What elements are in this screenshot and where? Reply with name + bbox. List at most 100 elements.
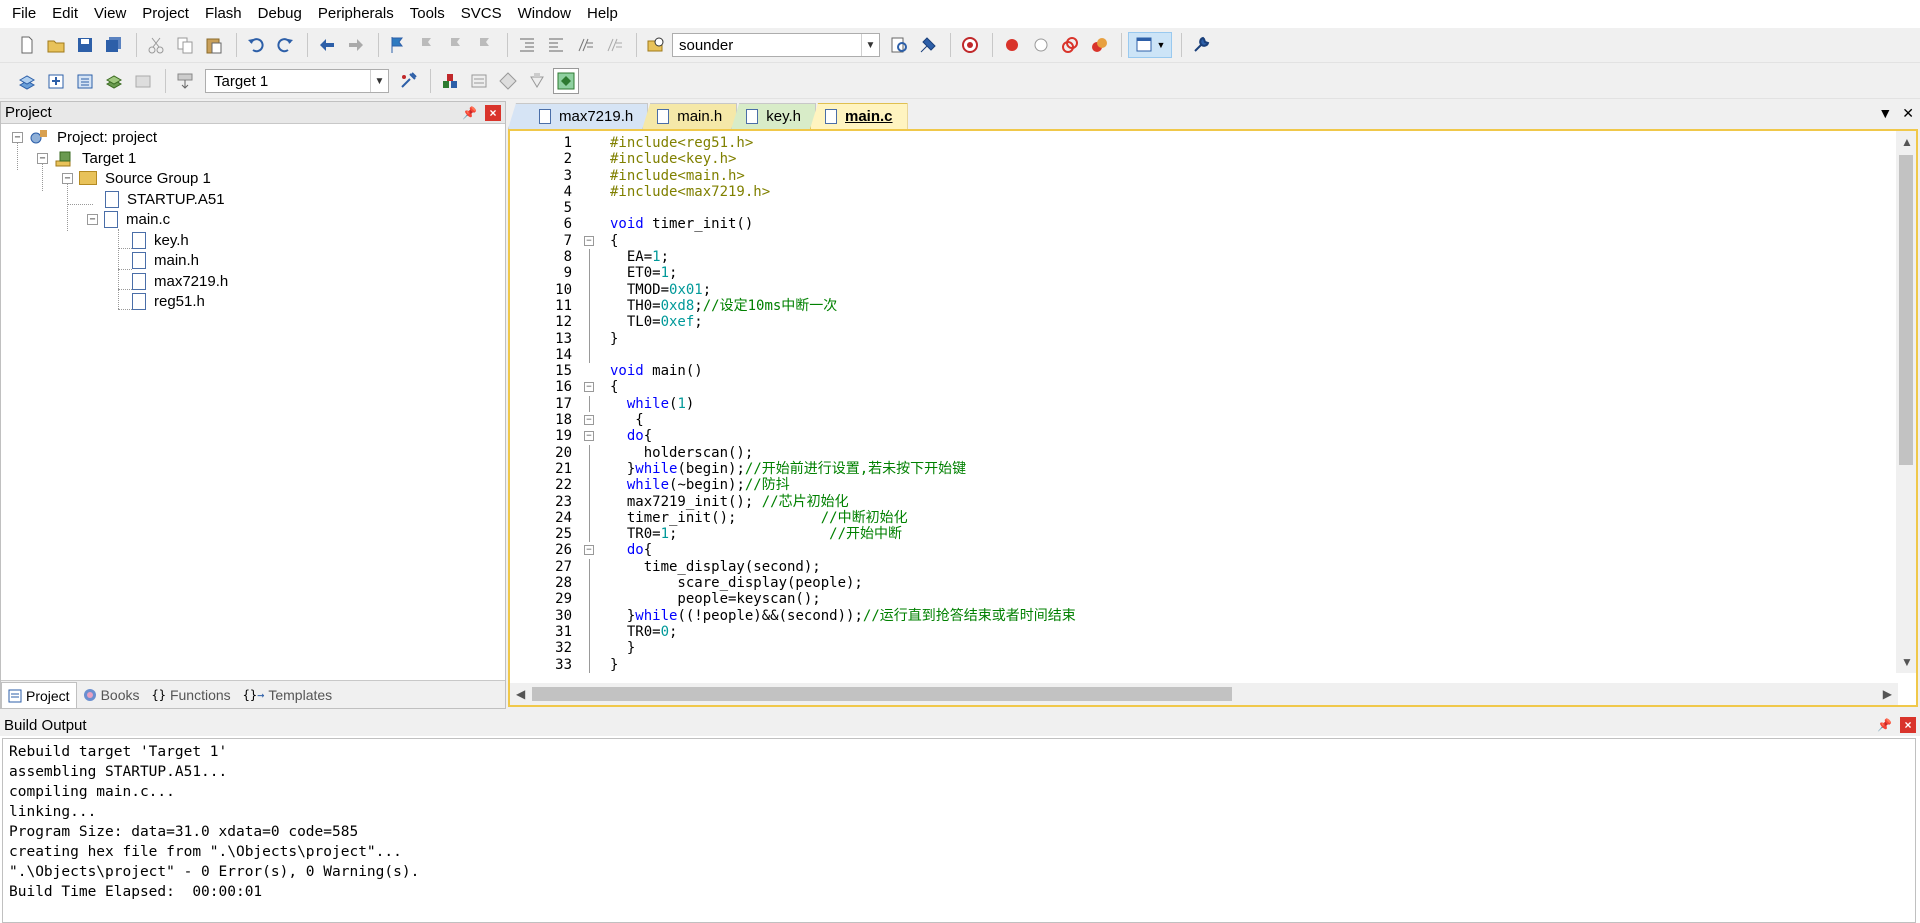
code-line[interactable]: 13} (510, 330, 1898, 347)
code-line[interactable]: 16 − { (510, 379, 1898, 395)
unindent-icon[interactable] (543, 32, 569, 58)
code-line[interactable]: 10 TMOD=0x01; (510, 281, 1898, 298)
tab-functions[interactable]: {} Functions (146, 682, 237, 708)
find-in-files-icon[interactable] (643, 32, 669, 58)
code-editor[interactable]: 1 #include<reg51.h> 2 #include<key.h> 3 #incl… (508, 129, 1918, 707)
code-line[interactable]: 4 #include<max7219.h> (510, 184, 1898, 200)
code-content[interactable]: 1 #include<reg51.h> 2 #include<key.h> 3 #incl… (510, 135, 1898, 673)
tree-item-source-group[interactable]: − Source Group 1 (62, 167, 211, 189)
tree-item-max7219-h[interactable]: max7219.h (132, 270, 228, 292)
translate-icon[interactable] (14, 68, 40, 94)
window-layout-icon[interactable]: ▼ (1128, 32, 1172, 58)
clear-bookmarks-icon[interactable] (472, 32, 498, 58)
code-line[interactable]: 26 − do{ (510, 542, 1898, 558)
code-line[interactable]: 8 EA=1; (510, 249, 1898, 266)
menu-debug[interactable]: Debug (250, 0, 310, 28)
code-line[interactable]: 7 − { (510, 233, 1898, 249)
next-bookmark-icon[interactable] (443, 32, 469, 58)
save-all-icon[interactable] (101, 32, 127, 58)
build-icon[interactable] (43, 68, 69, 94)
prev-bookmark-icon[interactable] (414, 32, 440, 58)
code-line[interactable]: 18 − { (510, 412, 1898, 428)
code-line[interactable]: 22 while(~begin);//防抖 (510, 477, 1898, 494)
tree-item-target[interactable]: − Target 1 (37, 147, 136, 169)
code-line[interactable]: 11 TH0=0xd8;//设定10ms中断一次 (510, 297, 1898, 315)
tab-templates[interactable]: {}→ Templates (237, 682, 339, 708)
code-line[interactable]: 30 }while((!people)&&(second));//运行直到抢答结… (510, 607, 1898, 624)
save-icon[interactable] (72, 32, 98, 58)
menu-help[interactable]: Help (579, 0, 626, 28)
incremental-find-icon[interactable] (915, 32, 941, 58)
cut-icon[interactable] (143, 32, 169, 58)
kill-breakpoints-icon[interactable] (1086, 32, 1112, 58)
scroll-thumb[interactable] (532, 687, 1232, 701)
redo-icon[interactable] (272, 32, 298, 58)
scroll-left-icon[interactable]: ◀ (516, 687, 525, 701)
find-combobox[interactable]: sounder ▼ (672, 33, 880, 57)
menu-window[interactable]: Window (510, 0, 579, 28)
scroll-right-icon[interactable]: ▶ (1883, 687, 1892, 701)
fold-toggle-icon[interactable]: − (584, 382, 594, 393)
fold-toggle-icon[interactable]: − (584, 431, 594, 442)
tree-item-reg51-h[interactable]: reg51.h (132, 290, 205, 312)
tab-project[interactable]: Project (1, 682, 77, 708)
tree-item-main-c[interactable]: − main.c (87, 208, 170, 230)
code-line[interactable]: 12 TL0=0xef; (510, 314, 1898, 331)
code-line[interactable]: 24 timer_init(); //中断初始化 (510, 509, 1898, 527)
pack-manager-icon[interactable] (553, 68, 579, 94)
editor-tab-main-h[interactable]: main.h (642, 103, 738, 129)
chevron-down-icon[interactable]: ▼ (861, 34, 879, 56)
stop-build-icon[interactable] (130, 68, 156, 94)
menu-peripherals[interactable]: Peripherals (310, 0, 402, 28)
code-line[interactable]: 23 max7219_init(); //芯片初始化 (510, 493, 1898, 510)
paste-icon[interactable] (201, 32, 227, 58)
close-icon[interactable]: × (485, 104, 501, 121)
tree-item-startup[interactable]: STARTUP.A51 (105, 188, 225, 210)
pin-icon[interactable]: 📌 (462, 106, 477, 120)
fold-toggle-icon[interactable]: − (584, 545, 594, 556)
vertical-scrollbar[interactable]: ▲ ▼ (1896, 131, 1916, 673)
code-line[interactable]: 3 #include<main.h> (510, 168, 1898, 184)
insert-breakpoint-icon[interactable] (999, 32, 1025, 58)
code-line[interactable]: 19 − do{ (510, 428, 1898, 444)
open-folder-icon[interactable] (43, 32, 69, 58)
configure-icon[interactable] (1188, 32, 1214, 58)
code-line[interactable]: 31 TR0=0; (510, 623, 1898, 641)
tree-item-project[interactable]: − Project: project (12, 126, 157, 148)
code-line[interactable]: 20 holderscan(); (510, 444, 1898, 461)
code-line[interactable]: 32 } (510, 640, 1898, 657)
comment-icon[interactable] (572, 32, 598, 58)
code-line[interactable]: 25 TR0=1; //开始中断 (510, 526, 1898, 543)
collapse-icon[interactable]: − (87, 213, 98, 225)
tab-books[interactable]: Books (77, 682, 146, 708)
bookmark-icon[interactable] (385, 32, 411, 58)
tree-item-key-h[interactable]: key.h (132, 229, 189, 251)
collapse-icon[interactable]: − (62, 172, 73, 184)
code-line[interactable]: 21 }while(begin);//开始前进行设置,若未按下开始键 (510, 460, 1898, 478)
batch-build-icon[interactable] (101, 68, 127, 94)
fold-toggle-icon[interactable]: − (584, 415, 594, 426)
code-line[interactable]: 15 void main() (510, 363, 1898, 379)
find-icon[interactable] (886, 32, 912, 58)
code-line[interactable]: 2 #include<key.h> (510, 151, 1898, 167)
download-icon[interactable] (172, 68, 198, 94)
build-output-text[interactable]: Rebuild target 'Target 1' assembling STA… (2, 738, 1916, 923)
uncomment-icon[interactable] (601, 32, 627, 58)
tree-item-main-h[interactable]: main.h (132, 249, 199, 271)
close-icon[interactable]: × (1900, 717, 1916, 733)
horizontal-scrollbar[interactable]: ◀ ▶ (510, 683, 1898, 705)
menu-flash[interactable]: Flash (197, 0, 250, 28)
close-tab-icon[interactable]: ✕ (1902, 105, 1914, 122)
menu-file[interactable]: File (4, 0, 44, 28)
scroll-up-icon[interactable]: ▲ (1901, 135, 1913, 149)
editor-tab-key-h[interactable]: key.h (731, 103, 816, 129)
debug-session-icon[interactable] (957, 32, 983, 58)
rebuild-icon[interactable] (72, 68, 98, 94)
code-line[interactable]: 1 #include<reg51.h> (510, 135, 1898, 151)
code-line[interactable]: 9 ET0=1; (510, 265, 1898, 282)
menu-tools[interactable]: Tools (402, 0, 453, 28)
editor-tab-main-c[interactable]: main.c (810, 103, 908, 129)
menu-view[interactable]: View (86, 0, 134, 28)
code-line[interactable]: 33} (510, 656, 1898, 673)
new-file-icon[interactable] (14, 32, 40, 58)
